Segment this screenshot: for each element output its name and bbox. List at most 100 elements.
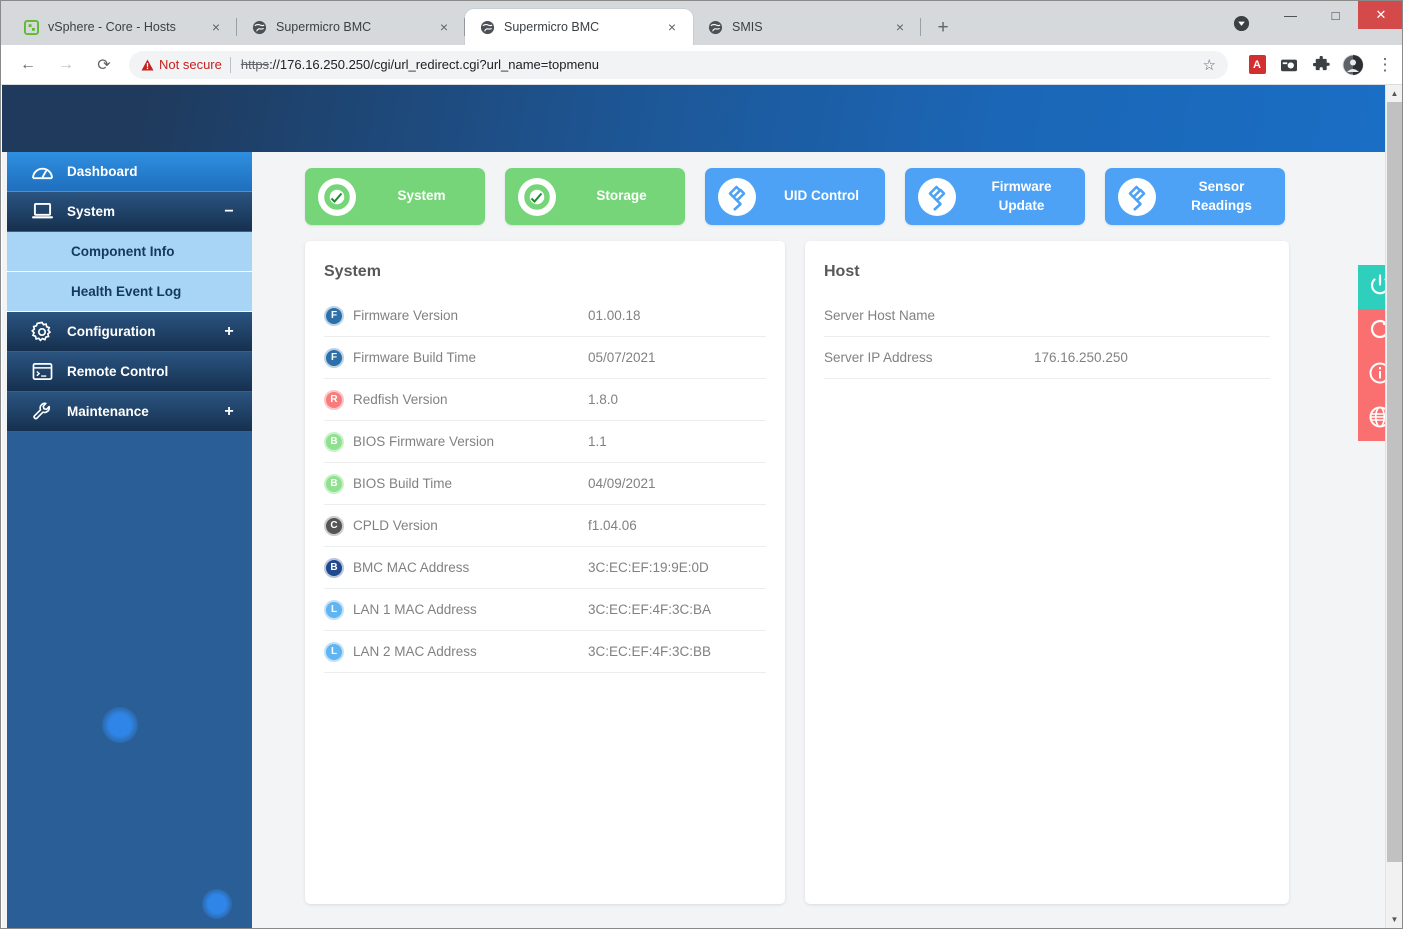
decorative-bubble	[102, 707, 138, 743]
tile-firmware-update[interactable]: Firmware Update	[905, 168, 1085, 225]
system-rows: F Firmware Version 01.00.18 F Firmware B…	[305, 281, 785, 673]
screen-capture-extension-icon[interactable]	[1278, 54, 1300, 76]
tile-system[interactable]: System	[305, 168, 485, 225]
row-label: Redfish Version	[353, 392, 448, 407]
host-panel: Host Server Host Name Server IP Address …	[805, 241, 1289, 904]
row-value: f1.04.06	[588, 518, 637, 533]
back-icon[interactable]: ←	[13, 50, 43, 80]
browser-tab-vsphere[interactable]: vSphere - Core - Hosts ×	[9, 9, 237, 45]
tab-close-icon[interactable]: ×	[205, 16, 227, 38]
tile-label: Sensor Readings	[1168, 178, 1285, 214]
row-value: 05/07/2021	[588, 350, 656, 365]
lan-badge-icon: L	[324, 641, 344, 662]
scrollbar-thumb[interactable]	[1387, 102, 1402, 862]
tab-title: SMIS	[732, 20, 763, 34]
tile-label-line2: Update	[998, 197, 1045, 213]
sidebar-toggle-expand[interactable]: +	[222, 403, 236, 420]
table-row: Server IP Address 176.16.250.250	[824, 337, 1270, 379]
table-row: F Firmware Version 01.00.18	[324, 295, 766, 337]
url-path: ://176.16.250.250/cgi/url_redirect.cgi?u…	[269, 57, 599, 72]
row-label: Server IP Address	[824, 350, 933, 365]
pdf-extension-icon[interactable]: A	[1246, 54, 1268, 76]
link-icon	[1118, 177, 1156, 216]
forward-icon[interactable]: →	[51, 50, 81, 80]
window-minimize-button[interactable]: —	[1268, 1, 1313, 29]
address-bar[interactable]: Not secure https://176.16.250.250/cgi/ur…	[129, 50, 1228, 79]
new-tab-button[interactable]: +	[929, 13, 957, 41]
browser-tab-supermicro-bmc-2[interactable]: Supermicro BMC ×	[465, 9, 693, 45]
sidebar-toggle-expand[interactable]: +	[222, 323, 236, 340]
sidebar-item-maintenance[interactable]: Maintenance +	[7, 392, 252, 432]
row-value: 3C:EC:EF:4F:3C:BB	[588, 644, 712, 659]
tab-close-icon[interactable]: ×	[661, 16, 683, 38]
monitor-icon	[29, 202, 55, 221]
profile-avatar-icon[interactable]	[1342, 54, 1364, 76]
page-viewport: SUPERMICR Hi! Welcome back !	[2, 85, 1402, 928]
tab-close-icon[interactable]: ×	[433, 16, 455, 38]
tile-sensor-readings[interactable]: Sensor Readings	[1105, 168, 1285, 225]
sidebar-item-configuration[interactable]: Configuration +	[7, 312, 252, 352]
vsphere-icon	[23, 19, 39, 35]
sidebar-subitem-label: Health Event Log	[71, 284, 182, 299]
tile-label-line1: Firmware	[991, 179, 1052, 195]
chrome-menu-icon[interactable]: ⋮	[1374, 54, 1396, 76]
reload-icon[interactable]: ⟳	[89, 50, 119, 80]
check-ring-icon	[318, 177, 356, 216]
panel-title: System	[324, 263, 381, 280]
row-label: BMC MAC Address	[353, 560, 470, 575]
gear-icon	[29, 321, 55, 343]
tile-storage[interactable]: Storage	[505, 168, 685, 225]
window-close-button[interactable]: ✕	[1358, 1, 1402, 29]
tab-title: vSphere - Core - Hosts	[48, 20, 176, 34]
scroll-down-arrow[interactable]: ▼	[1386, 911, 1402, 928]
browser-tab-supermicro-bmc-1[interactable]: Supermicro BMC ×	[237, 9, 465, 45]
firmware-badge-icon: F	[324, 347, 344, 368]
table-row: B BMC MAC Address 3C:EC:EF:19:9E:0D	[324, 547, 766, 589]
window-maximize-button[interactable]: □	[1313, 1, 1358, 29]
tab-close-icon[interactable]: ×	[889, 16, 911, 38]
sidebar-item-health-event-log[interactable]: Health Event Log	[7, 272, 252, 312]
row-value: 04/09/2021	[588, 476, 656, 491]
url-scheme: https	[240, 57, 270, 72]
row-label: LAN 1 MAC Address	[353, 602, 477, 617]
tile-label-line2: Readings	[1191, 197, 1252, 213]
tab-search-icon[interactable]	[1228, 10, 1254, 36]
scroll-up-arrow[interactable]: ▲	[1386, 85, 1402, 102]
row-label: CPLD Version	[353, 518, 438, 533]
row-label: Firmware Version	[353, 308, 459, 323]
sidebar-item-component-info[interactable]: Component Info	[7, 232, 252, 272]
table-row: F Firmware Build Time 05/07/2021	[324, 337, 766, 379]
decorative-bubble	[202, 889, 232, 919]
browser-tab-smis[interactable]: SMIS ×	[693, 9, 921, 45]
tile-uid-control[interactable]: UID Control	[705, 168, 885, 225]
row-value: 1.8.0	[588, 392, 619, 407]
row-label: LAN 2 MAC Address	[353, 644, 477, 659]
tile-label: Firmware Update	[968, 178, 1085, 214]
cpld-badge-icon: C	[324, 515, 344, 536]
sidebar-item-remote-control[interactable]: Remote Control	[7, 352, 252, 392]
check-ring-icon	[518, 177, 556, 216]
sidebar-subitem-label: Component Info	[71, 244, 175, 259]
bios-badge-icon: B	[324, 473, 344, 494]
page-scrollbar[interactable]: ▲ ▼	[1385, 85, 1402, 928]
window-controls-area: — □ ✕	[1228, 1, 1402, 45]
bookmark-star-icon[interactable]: ☆	[1193, 56, 1216, 74]
sidebar-item-system[interactable]: System −	[7, 192, 252, 232]
sidebar-menu: Dashboard System − Component Info Health…	[7, 152, 252, 432]
row-value: 01.00.18	[588, 308, 641, 323]
sidebar-item-dashboard[interactable]: Dashboard	[7, 152, 252, 192]
puzzle-extension-icon[interactable]	[1310, 54, 1332, 76]
sidebar-item-label: Dashboard	[67, 164, 138, 179]
bmc-badge-icon: B	[324, 557, 344, 578]
sidebar-toggle-collapse[interactable]: −	[222, 203, 236, 220]
not-secure-indicator[interactable]: Not secure	[141, 57, 222, 72]
firmware-badge-icon: F	[324, 305, 344, 326]
tile-label: Storage	[596, 188, 647, 204]
row-label: Server Host Name	[824, 308, 936, 323]
tab-title: Supermicro BMC	[504, 20, 600, 34]
table-row: B BIOS Firmware Version 1.1	[324, 421, 766, 463]
sidebar-item-label: Maintenance	[67, 404, 149, 419]
row-label: BIOS Build Time	[353, 476, 453, 491]
tile-label: System	[397, 188, 446, 204]
warning-triangle-icon	[141, 58, 154, 71]
